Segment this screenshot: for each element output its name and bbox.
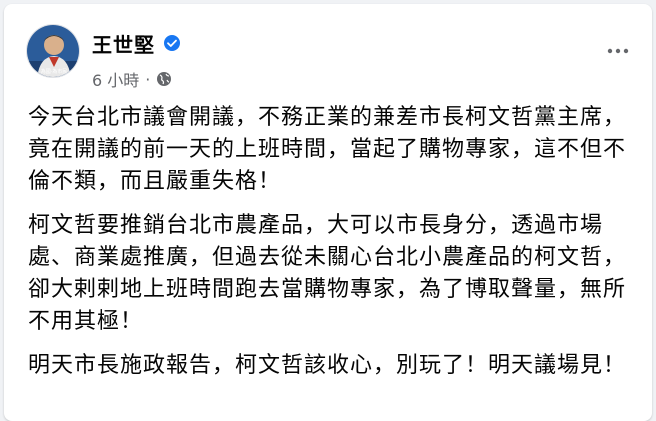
post-paragraph-1: 今天台北市議會開議，不務正業的兼差市長柯文哲黨主席，竟在開議的前一天的上班時間，… xyxy=(28,105,627,194)
more-horizontal-icon xyxy=(607,48,629,54)
post-paragraph-3: 明天市長施政報告，柯文哲該收心，別玩了！明天議場見！ xyxy=(28,353,627,378)
author-avatar[interactable]: 為國·為市民 xyxy=(26,24,80,78)
post-paragraph-2: 柯文哲要推銷台北市農產品，大可以市長身分，透過市場處、商業處推廣，但過去從未關心… xyxy=(28,213,627,334)
post-meta: 6 小時 · xyxy=(92,68,172,90)
avatar-caption: 為國·為市民 xyxy=(41,68,68,75)
author-name[interactable]: 王世堅 xyxy=(92,29,155,58)
post-body: 今天台北市議會開議，不務正業的兼差市長柯文哲黨主席，竟在開議的前一天的上班時間，… xyxy=(28,102,628,394)
globe-icon[interactable] xyxy=(156,71,172,87)
meta-separator: · xyxy=(145,69,151,89)
more-options-button[interactable] xyxy=(600,36,636,66)
post-header: 為國·為市民 王世堅 6 小時 · xyxy=(4,4,652,90)
post-timestamp[interactable]: 6 小時 xyxy=(92,67,139,91)
avatar-photo: 為國·為市民 xyxy=(27,25,79,77)
facebook-post-card: 為國·為市民 王世堅 6 小時 · 今天台北市議會開議，不務正業的兼差市長柯文哲… xyxy=(4,4,652,421)
author-row: 王世堅 xyxy=(92,29,181,58)
verified-badge-icon xyxy=(163,34,181,52)
